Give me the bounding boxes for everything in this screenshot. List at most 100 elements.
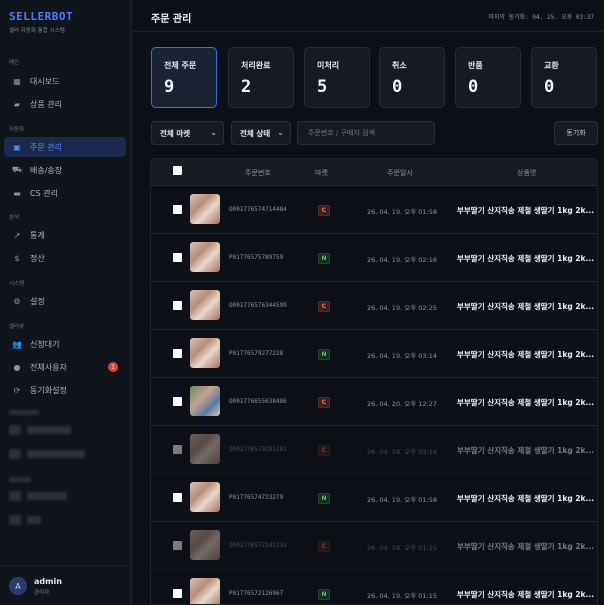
chevron-down-icon: ⌄ bbox=[210, 128, 217, 137]
user-icon: ● bbox=[13, 362, 21, 372]
redacted-icon bbox=[9, 515, 21, 525]
row-checkbox[interactable] bbox=[173, 205, 182, 214]
sidebar-item-pending[interactable]: 👥 신청대기 bbox=[4, 334, 126, 354]
column-market[interactable]: 마켓 bbox=[315, 168, 328, 178]
market-filter-select[interactable]: 전체 마켓 ⌄ bbox=[151, 121, 224, 145]
section-main: 메인 bbox=[9, 60, 20, 66]
order-date: 26. 04. 19. 오후 02:25 bbox=[367, 304, 437, 312]
order-number[interactable]: OR01776655638486 bbox=[229, 398, 287, 405]
sidebar-item-label: 신청대기 bbox=[30, 339, 60, 349]
section-system: 시스템 bbox=[9, 281, 25, 287]
order-date: 26. 04. 19. 오후 03:14 bbox=[367, 448, 437, 456]
chevron-down-icon: ⌄ bbox=[277, 128, 284, 137]
redacted-item bbox=[27, 516, 41, 524]
row-checkbox[interactable] bbox=[173, 397, 182, 406]
sidebar-item-settings[interactable]: ⚙ 설정 bbox=[4, 291, 126, 311]
stat-value: 0 bbox=[392, 77, 403, 97]
market-badge: C bbox=[318, 541, 330, 552]
market-badge: C bbox=[318, 205, 330, 216]
table-row[interactable]: P01776574723279 N 26. 04. 19. 오후 01:58 부… bbox=[151, 474, 597, 522]
search-input[interactable] bbox=[297, 121, 435, 145]
order-number[interactable]: P01776575789759 bbox=[229, 254, 283, 261]
status-filter-select[interactable]: 전체 상태 ⌄ bbox=[231, 121, 291, 145]
sidebar-item-label: 동기화설정 bbox=[30, 385, 67, 395]
product-name: 부부딸기 산지직송 제철 생딸기 1kg 2k... bbox=[457, 302, 595, 311]
stat-card-total[interactable]: 전체 주문 9 bbox=[151, 47, 217, 108]
sidebar-item-orders[interactable]: ▣ 주문 관리 bbox=[4, 137, 126, 157]
sidebar-item-cs[interactable]: ▬ CS 관리 bbox=[4, 183, 126, 203]
order-number[interactable]: P01776579277228 bbox=[229, 350, 283, 357]
brand-logo[interactable]: SELLERBOT bbox=[9, 10, 73, 23]
market-badge: N bbox=[318, 493, 330, 504]
table-row[interactable]: P01776579277228 N 26. 04. 19. 오후 03:14 부… bbox=[151, 330, 597, 378]
stat-card-done[interactable]: 처리완료 2 bbox=[228, 47, 294, 108]
row-checkbox[interactable] bbox=[173, 541, 182, 550]
product-name: 부부딸기 산지직송 제철 생딸기 1kg 2k... bbox=[457, 494, 595, 503]
stat-card-return[interactable]: 반품 0 bbox=[455, 47, 521, 108]
stat-value: 9 bbox=[164, 77, 175, 97]
sidebar-item-sync-settings[interactable]: ⟳ 동기화설정 bbox=[4, 380, 126, 400]
order-number[interactable]: P01776572126967 bbox=[229, 590, 283, 597]
table-row[interactable]: OR01776655638486 C 26. 04. 20. 오후 12:27 … bbox=[151, 378, 597, 426]
order-number[interactable]: OR01776579291791 bbox=[229, 446, 287, 453]
order-number[interactable]: OR01776574714484 bbox=[229, 206, 287, 213]
market-badge: C bbox=[318, 445, 330, 456]
table-row[interactable]: OR01776579291791 C 26. 04. 19. 오후 03:14 … bbox=[151, 426, 597, 474]
product-name: 부부딸기 산지직송 제철 생딸기 1kg 2k... bbox=[457, 254, 595, 263]
table-row[interactable]: P01776575789759 N 26. 04. 19. 오후 02:16 부… bbox=[151, 234, 597, 282]
gear-icon: ⚙ bbox=[13, 296, 21, 306]
row-checkbox[interactable] bbox=[173, 301, 182, 310]
sidebar-item-products[interactable]: ▰ 상품 관리 bbox=[4, 94, 126, 114]
row-checkbox[interactable] bbox=[173, 589, 182, 598]
sidebar-item-label: 설정 bbox=[30, 296, 45, 306]
order-number[interactable]: OR01776572142233 bbox=[229, 542, 287, 549]
market-badge: C bbox=[318, 301, 330, 312]
product-name: 부부딸기 산지직송 제철 생딸기 1kg 2k... bbox=[457, 206, 595, 215]
product-thumbnail bbox=[190, 242, 220, 272]
table-row[interactable]: OR01776572142233 C 26. 04. 19. 오후 01:15 … bbox=[151, 522, 597, 570]
orders-table: 주문번호 마켓 주문일시 상품명 OR01776574714484 C 26. … bbox=[150, 158, 598, 605]
table-row[interactable]: P01776572126967 N 26. 04. 19. 오후 01:15 부… bbox=[151, 570, 597, 604]
column-product[interactable]: 상품명 bbox=[517, 168, 536, 178]
order-date: 26. 04. 20. 오후 12:27 bbox=[367, 400, 437, 408]
stat-value: 5 bbox=[317, 77, 328, 97]
top-header: 주문 관리 마지막 동기화: 04. 25. 오후 03:37 bbox=[133, 0, 604, 32]
product-thumbnail bbox=[190, 338, 220, 368]
column-order-no[interactable]: 주문번호 bbox=[245, 168, 271, 178]
sidebar-item-settlement[interactable]: $ 정산 bbox=[4, 248, 126, 268]
redacted-section bbox=[9, 410, 39, 415]
product-thumbnail bbox=[190, 194, 220, 224]
user-profile[interactable]: A admin 관리자 bbox=[0, 565, 132, 605]
page-title: 주문 관리 bbox=[151, 14, 192, 25]
product-thumbnail bbox=[190, 290, 220, 320]
sidebar-item-shipping[interactable]: ⛟ 배송/송장 bbox=[4, 160, 126, 180]
stat-card-cancel[interactable]: 취소 0 bbox=[379, 47, 445, 108]
sidebar-item-stats[interactable]: ↗ 통계 bbox=[4, 225, 126, 245]
row-checkbox[interactable] bbox=[173, 253, 182, 262]
table-row[interactable]: OR01776576344599 C 26. 04. 19. 오후 02:25 … bbox=[151, 282, 597, 330]
row-checkbox[interactable] bbox=[173, 493, 182, 502]
row-checkbox[interactable] bbox=[173, 445, 182, 454]
stat-label: 반품 bbox=[468, 61, 483, 70]
truck-icon: ⛟ bbox=[11, 165, 23, 174]
column-date[interactable]: 주문일시 bbox=[387, 168, 413, 178]
sidebar: SELLERBOT 셀러 자동화 통합 시스템 메인 ▦ 대시보드 ▰ 상품 관… bbox=[0, 0, 132, 605]
market-filter-value: 전체 마켓 bbox=[160, 128, 191, 138]
redacted-item bbox=[27, 450, 85, 458]
product-name: 부부딸기 산지직송 제철 생딸기 1kg 2k... bbox=[457, 398, 595, 407]
select-all-checkbox[interactable] bbox=[173, 166, 182, 175]
stat-card-exchange[interactable]: 교환 0 bbox=[531, 47, 597, 108]
sync-button[interactable]: 동기화 bbox=[554, 121, 598, 145]
row-checkbox[interactable] bbox=[173, 349, 182, 358]
table-row[interactable]: OR01776574714484 C 26. 04. 19. 오후 01:58 … bbox=[151, 186, 597, 234]
users-icon: 👥 bbox=[12, 339, 22, 349]
product-thumbnail bbox=[190, 386, 220, 416]
notification-badge: 1 bbox=[108, 362, 118, 372]
order-number[interactable]: OR01776576344599 bbox=[229, 302, 287, 309]
redacted-icon bbox=[9, 449, 21, 459]
sidebar-item-all-users[interactable]: ● 전체사용자 1 bbox=[4, 357, 126, 377]
stat-label: 미처리 bbox=[317, 61, 340, 70]
stat-card-pending[interactable]: 미처리 5 bbox=[304, 47, 370, 108]
order-number[interactable]: P01776574723279 bbox=[229, 494, 283, 501]
sidebar-item-dashboard[interactable]: ▦ 대시보드 bbox=[4, 71, 126, 91]
